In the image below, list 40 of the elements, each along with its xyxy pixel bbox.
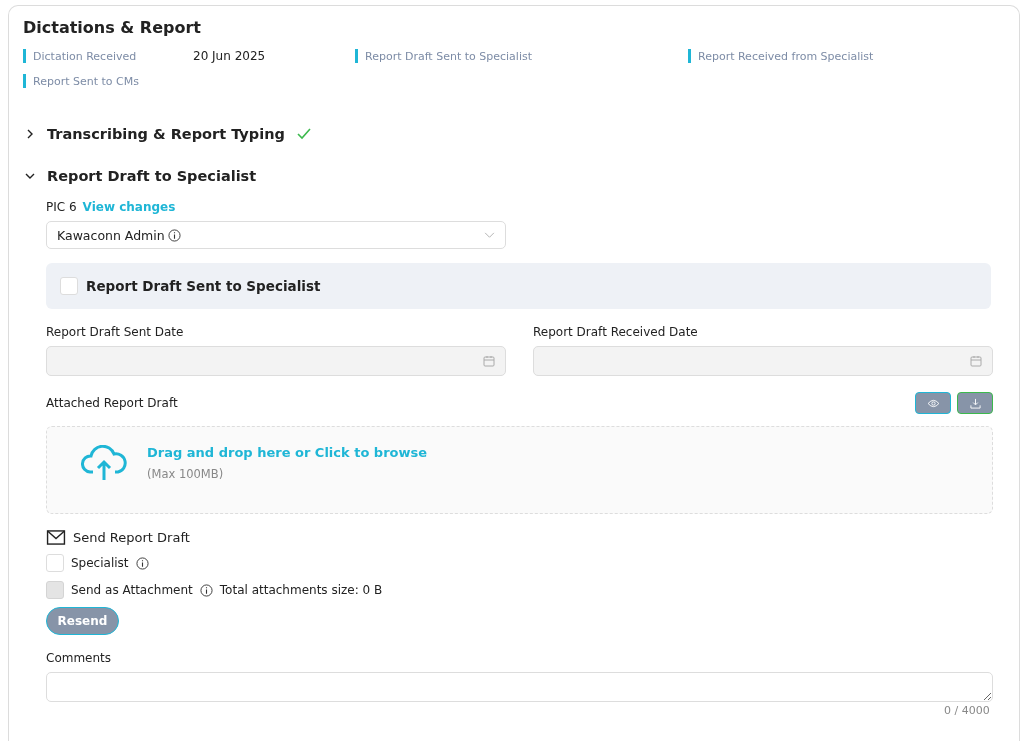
milestone-label: Report Received from Specialist: [698, 49, 874, 63]
section-header[interactable]: Transcribing & Report Typing: [23, 126, 991, 142]
download-icon: [969, 397, 981, 409]
info-icon: [199, 583, 213, 597]
checkbox[interactable]: [46, 554, 64, 572]
field-label: Attached Report Draft: [46, 396, 178, 410]
card-title: Dictations & Report: [23, 18, 202, 37]
comments-field[interactable]: [46, 672, 993, 702]
field-label: Report Draft Sent Date: [46, 325, 185, 339]
info-icon: [135, 556, 149, 570]
cloud-upload-icon: [81, 445, 127, 481]
upload-prompt: Drag and drop here or Click to browse: [147, 445, 428, 460]
info-icon: [167, 228, 181, 242]
eye-icon: [926, 398, 940, 408]
caret-icon: [484, 231, 495, 239]
chevron-icon: [25, 171, 35, 181]
checkbox-label: Report Draft Sent to Specialist: [86, 278, 321, 294]
milestone-label: Report Draft Sent to Specialist: [365, 49, 532, 63]
attachment-size: Total attachments size: 0 B: [219, 583, 383, 597]
send-title: Send Report Draft: [73, 530, 190, 545]
field-label: Comments: [46, 651, 113, 665]
preview-button[interactable]: [915, 392, 951, 414]
pic-label: PIC 6: [46, 200, 77, 214]
milestone-date: 20 Jun 2025: [193, 49, 266, 63]
character-counter: 0 / 4000: [944, 704, 990, 717]
pic-select[interactable]: Kawaconn Admin: [46, 221, 506, 249]
calendar-icon: [970, 355, 982, 367]
mail-icon: [46, 530, 66, 545]
checkbox-label: Send as Attachment: [71, 583, 193, 597]
download-button[interactable]: [957, 392, 993, 414]
section-header[interactable]: Report Draft to Specialist: [23, 168, 991, 184]
chevron-icon: [25, 129, 35, 139]
calendar-icon: [483, 355, 495, 367]
milestone-label: Dictation Received: [33, 49, 138, 63]
upload-hint: (Max 100MB): [147, 467, 225, 481]
checkbox-label: Specialist: [71, 556, 129, 570]
checkbox[interactable]: [60, 277, 78, 295]
field-label: Report Draft Received Date: [533, 325, 699, 339]
upload-dropzone[interactable]: Drag and drop here or Click to browse (Max 100MB): [46, 426, 993, 514]
milestone-label: Report Sent to CMs: [33, 74, 140, 88]
